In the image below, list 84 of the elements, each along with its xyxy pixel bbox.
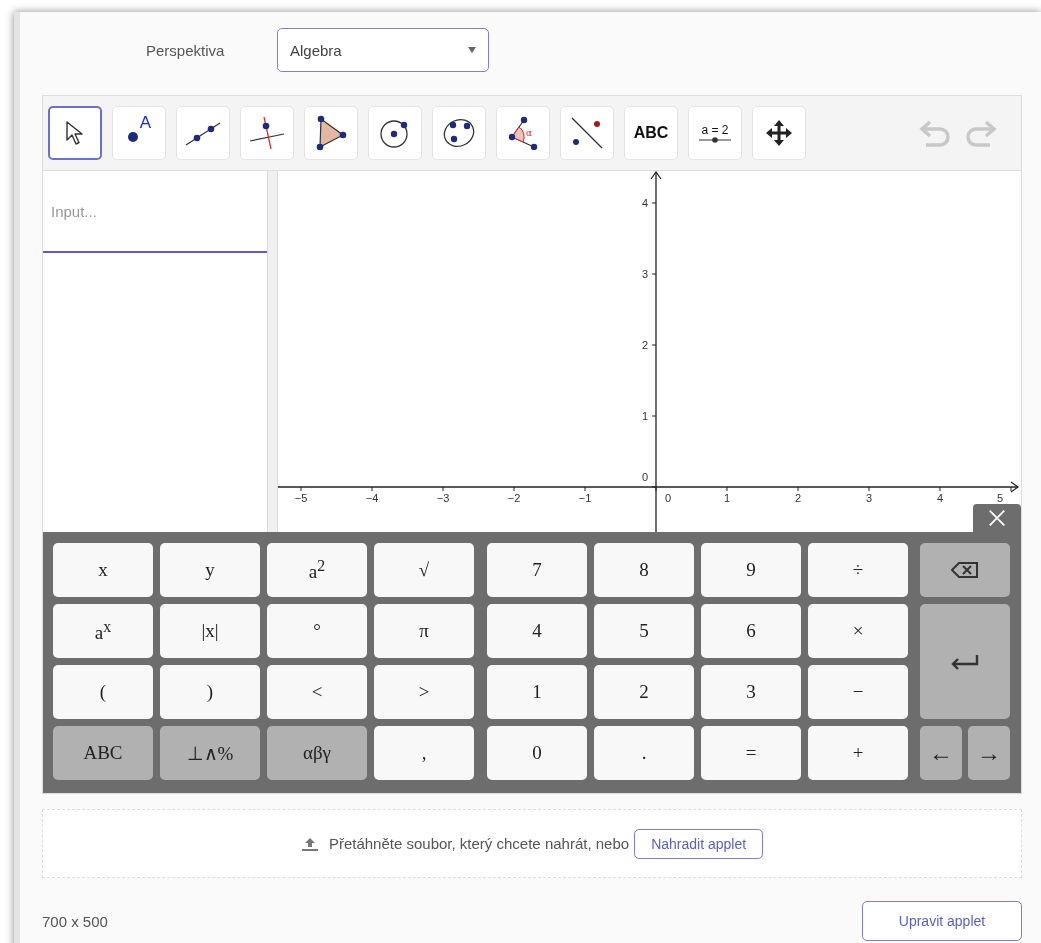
keyboard-key[interactable]: 8 [594,543,694,597]
keyboard-key[interactable]: . [594,726,694,780]
keyboard-key[interactable]: − [808,665,908,719]
perpendicular-lines-icon [248,115,286,151]
keyboard-key[interactable]: y [160,543,260,597]
perspective-dropdown[interactable]: Algebra [277,28,489,72]
keyboard-key[interactable]: 5 [594,604,694,658]
slider-tool-button[interactable]: a = 2 [688,106,742,160]
line-tool-button[interactable] [176,106,230,160]
keyboard-key[interactable]: > [374,665,474,719]
slider-label: a = 2 [701,122,729,138]
move-view-tool-button[interactable] [752,106,806,160]
text-tool-button[interactable]: ABC [624,106,678,160]
point-tool-button[interactable]: A [112,106,166,160]
keyboard-key[interactable]: 9 [701,543,801,597]
conic-tool-button[interactable] [432,106,486,160]
keyboard-key[interactable]: ÷ [808,543,908,597]
move-tool-button[interactable] [48,106,102,160]
tick-label: 0 [641,471,648,483]
arrow-key[interactable]: ← [920,726,962,780]
caret-icon [468,47,476,53]
keyboard-key[interactable]: 1 [487,665,587,719]
keyboard-key[interactable]: |x| [160,604,260,658]
tick-label: 0 [664,492,672,504]
keyboard-key[interactable]: 4 [487,604,587,658]
keyboard-key[interactable]: × [808,604,908,658]
tick-label: 3 [641,268,648,280]
replace-applet-button[interactable]: Nahradit applet [634,828,764,859]
applet-size: 700 x 500 [42,912,108,930]
tick-label: 1 [641,410,648,422]
tick-label: 1 [723,492,731,504]
arrow-key[interactable]: → [968,726,1010,780]
tick-label: 2 [794,492,802,504]
backspace-key[interactable] [920,543,1010,597]
angle-tool-button[interactable]: α [496,106,550,160]
tick-label: −5 [294,492,308,504]
keyboard-key[interactable]: 6 [701,604,801,658]
keyboard-key[interactable]: 0 [487,726,587,780]
tick-label: 3 [865,492,873,504]
perspective-label: Perspektiva [146,41,226,59]
slider-icon [698,137,732,144]
keyboard-key[interactable]: a$^{2}$ [267,543,367,597]
tick-label: 4 [936,492,944,504]
keyboard-key[interactable]: + [808,726,908,780]
ellipse-icon [441,116,477,150]
keyboard-key[interactable]: 7 [487,543,587,597]
point-label: A [139,113,152,131]
tick-label: −2 [507,492,521,504]
reflect-tool-button[interactable] [560,106,614,160]
enter-icon [950,653,980,670]
tick-label: −4 [365,492,379,504]
move-arrows-icon [764,118,794,148]
tick-label: 2 [641,339,648,351]
upload-dropzone[interactable]: Přetáhněte soubor, který chcete nahrát, nebo Nahradit applet [42,809,1022,878]
polygon-tool-button[interactable] [304,106,358,160]
tick-label: −3 [436,492,450,504]
keyboard-key[interactable]: ABC [53,726,153,780]
circle-tool-button[interactable] [368,106,422,160]
keyboard-key[interactable]: π [374,604,474,658]
tick-label: −1 [578,492,592,504]
close-button[interactable] [973,504,1021,532]
keyboard-key[interactable]: ) [160,665,260,719]
keyboard-key[interactable]: a$^{x}$ [53,604,153,658]
edit-applet-button[interactable]: Upravit applet [862,901,1022,941]
keyboard-key[interactable]: ( [53,665,153,719]
backspace-icon [951,562,979,578]
dot-icon [126,130,139,143]
perpendicular-tool-button[interactable] [240,106,294,160]
keyboard-key[interactable]: < [267,665,367,719]
keyboard-key[interactable]: , [374,726,474,780]
keyboard-key[interactable]: = [701,726,801,780]
keyboard-key[interactable]: ⊥∧% [160,726,260,780]
keyboard-key[interactable]: 2 [594,665,694,719]
upload-icon [300,835,319,852]
keyboard-key[interactable]: αβγ [267,726,367,780]
keyboard-key[interactable]: x [53,543,153,597]
cursor-icon [64,120,86,146]
tick-label: 4 [641,197,648,209]
keyboard-key[interactable]: √ [374,543,474,597]
keyboard-key[interactable]: ° [267,604,367,658]
keyboard-key[interactable]: 3 [701,665,801,719]
tick-label: 5 [996,492,1004,504]
upload-text: Přetáhněte soubor, který chcete nahrát, nebo [328,835,630,852]
close-icon [987,508,1007,528]
